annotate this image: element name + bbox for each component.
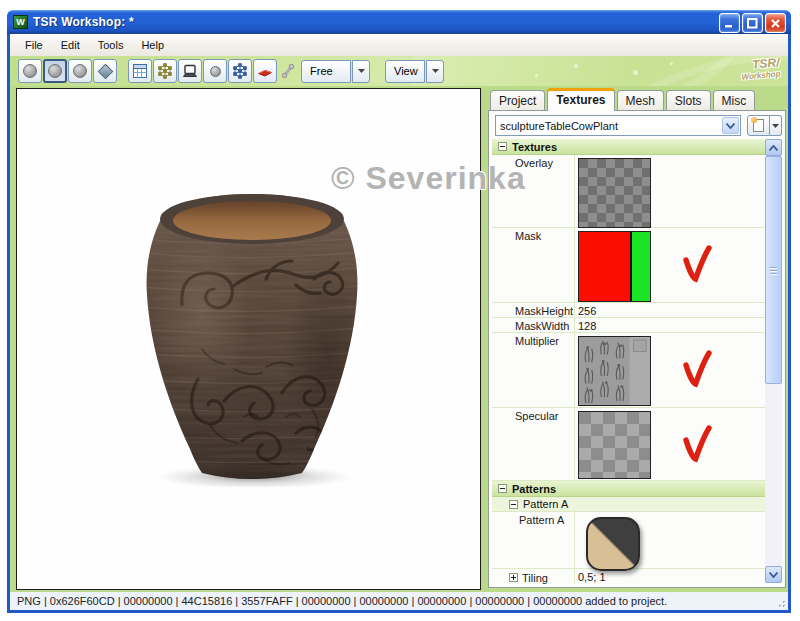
scroll-down-button[interactable] (765, 566, 782, 583)
mesh-cube-yellow-icon (157, 63, 173, 79)
scroll-up-button[interactable] (765, 139, 782, 156)
watermark: © Severinka (331, 160, 526, 197)
wireframe-mesh-button[interactable] (153, 59, 177, 83)
laptop-icon (182, 63, 198, 79)
expand-icon[interactable] (509, 573, 518, 582)
collapse-icon[interactable] (498, 142, 507, 151)
diamond-icon (97, 63, 113, 79)
laptop-preview-button[interactable] (178, 59, 202, 83)
resize-grip[interactable] (775, 597, 787, 609)
document-icon (753, 119, 764, 132)
sphere-tool-button-active[interactable] (43, 59, 67, 83)
pattern-a-thumbnail[interactable] (586, 517, 640, 571)
section-header-textures[interactable]: Textures (492, 139, 765, 155)
overlay-texture-thumbnail[interactable] (578, 158, 651, 228)
combobox-arrow[interactable] (722, 117, 739, 134)
window-title: TSR Workshop: * (33, 15, 134, 29)
section-header-patterns[interactable]: Patterns (492, 481, 765, 497)
mesh-cube-blue-icon (232, 63, 248, 79)
app-window: W TSR Workshop: * File Edit Tools Help (7, 10, 791, 613)
scrollbar[interactable] (765, 139, 782, 583)
camera-mode-value: Free (301, 60, 351, 83)
view-value: View (385, 60, 425, 83)
panel-tabs: Project Textures Mesh Slots Misc (490, 88, 757, 111)
view-arrow[interactable] (426, 60, 444, 83)
plane-tool-button[interactable] (253, 59, 277, 83)
sphere-small-button[interactable] (203, 59, 227, 83)
sphere-icon (48, 64, 62, 78)
sphere-tool-button[interactable] (18, 59, 42, 83)
grid-view-button[interactable] (128, 59, 152, 83)
menu-file[interactable]: File (16, 36, 52, 54)
minimize-button[interactable] (719, 13, 740, 33)
app-icon: W (13, 15, 28, 29)
menu-help[interactable]: Help (132, 36, 173, 54)
row-pattern-a[interactable]: Pattern A (492, 512, 765, 569)
resource-combobox-value: sculptureTableCowPlant (496, 120, 721, 132)
row-mask-height[interactable]: MaskHeight 256 (492, 303, 765, 318)
row-mask-width[interactable]: MaskWidth 128 (492, 318, 765, 333)
bone-tool-button[interactable] (278, 59, 298, 83)
tab-textures[interactable]: Textures (547, 88, 614, 111)
pattern-a-group[interactable]: Pattern A (492, 497, 765, 512)
vase-3d-model (146, 187, 366, 487)
scrollbar-thumb[interactable] (765, 156, 782, 384)
row-multiplier[interactable]: Multiplier (492, 333, 765, 408)
camera-mode-arrow[interactable] (352, 60, 370, 83)
menu-tools[interactable]: Tools (89, 36, 133, 54)
red-checkmark-icon (682, 349, 712, 391)
sphere-icon (210, 66, 221, 77)
row-mask[interactable]: Mask (492, 228, 765, 303)
mesh-cube-blue-button[interactable] (228, 59, 252, 83)
row-overlay[interactable]: Overlay (492, 155, 765, 228)
tab-mesh[interactable]: Mesh (617, 90, 664, 110)
maximize-button[interactable] (742, 13, 763, 33)
camera-mode-dropdown[interactable]: Free (301, 60, 370, 83)
menu-edit[interactable]: Edit (52, 36, 89, 54)
new-texture-arrow[interactable] (770, 115, 782, 136)
tsr-workshop-logo: TSR/ Workshop (740, 57, 781, 82)
status-bar: PNG | 0x626F60CD | 00000000 | 44C15816 |… (10, 592, 788, 610)
row-tiling[interactable]: Tiling 0,5; 1 (492, 569, 765, 584)
bone-icon (280, 63, 296, 79)
red-plane-icon (257, 63, 273, 79)
red-checkmark-icon (682, 244, 712, 286)
sphere-icon (73, 64, 87, 78)
diamond-tool-button[interactable] (93, 59, 117, 83)
specular-texture-thumbnail[interactable] (578, 411, 651, 479)
multiplier-texture-thumbnail[interactable] (578, 336, 651, 406)
menu-bar: File Edit Tools Help (10, 34, 788, 56)
sphere-icon (23, 64, 37, 78)
resource-combobox[interactable]: sculptureTableCowPlant (495, 115, 741, 136)
collapse-icon[interactable] (509, 500, 518, 509)
property-grid: Textures Overlay Mask (492, 139, 782, 583)
mask-texture-thumbnail[interactable] (578, 231, 651, 302)
red-checkmark-icon (682, 424, 712, 466)
row-specular[interactable]: Specular (492, 408, 765, 481)
tab-misc[interactable]: Misc (713, 90, 756, 110)
view-dropdown[interactable]: View (385, 60, 444, 83)
collapse-icon[interactable] (498, 484, 507, 493)
window-frame: File Edit Tools Help (7, 34, 791, 613)
title-bar[interactable]: W TSR Workshop: * (7, 10, 791, 34)
new-texture-button[interactable] (747, 115, 782, 136)
status-text: PNG | 0x626F60CD | 00000000 | 44C15816 |… (10, 595, 667, 607)
close-button[interactable] (765, 13, 786, 33)
tab-project[interactable]: Project (490, 90, 545, 110)
sphere-tool-button[interactable] (68, 59, 92, 83)
tab-slots[interactable]: Slots (666, 90, 711, 110)
toolbar: Free View TSR/ Workshop (10, 56, 788, 86)
textures-panel: sculptureTableCowPlant Textures Overla (488, 110, 786, 588)
grid-icon (132, 63, 148, 79)
